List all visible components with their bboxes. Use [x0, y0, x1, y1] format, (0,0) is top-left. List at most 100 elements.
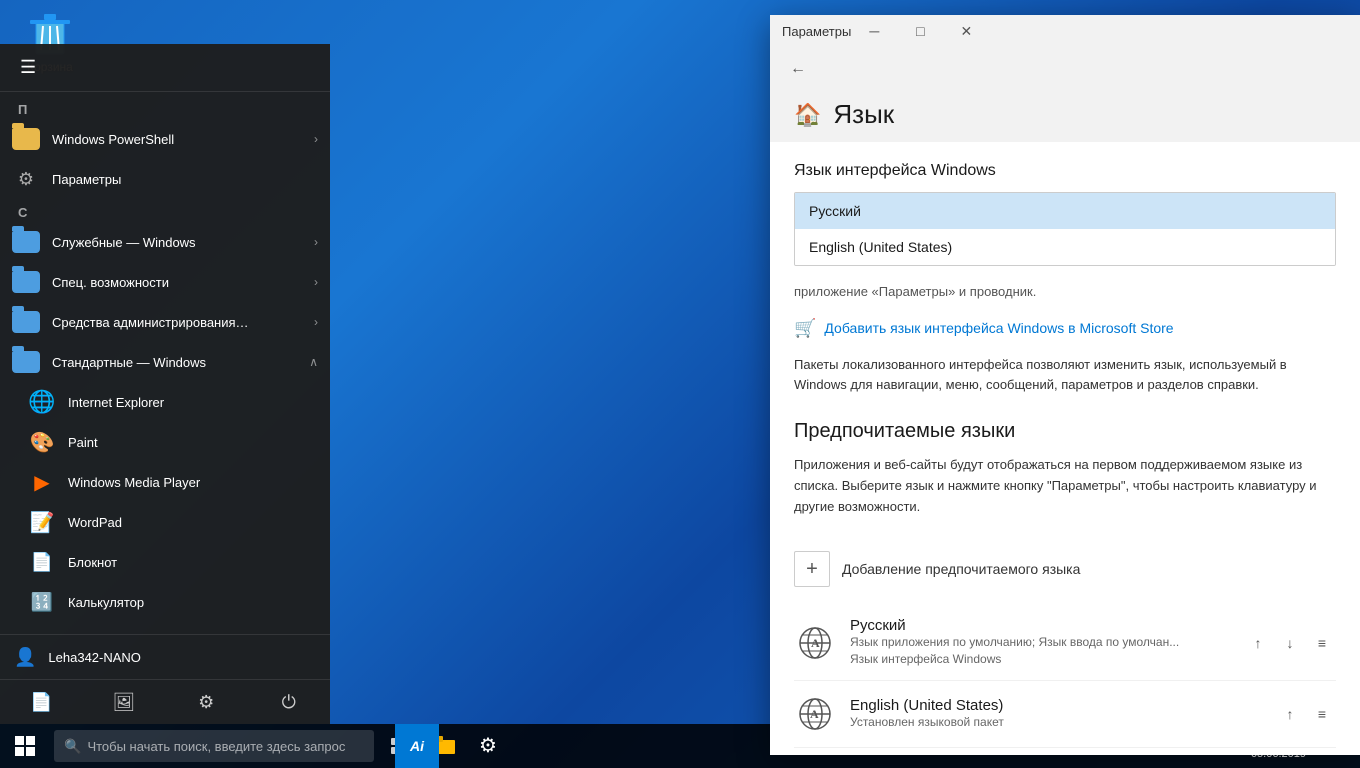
docs-icon: 📄	[30, 692, 52, 713]
ru-lang-desc2: Язык интерфейса Windows	[850, 651, 1230, 668]
add-circle-icon: +	[794, 551, 830, 587]
window-header: 🏠 Язык	[770, 91, 1360, 142]
user-name-label: Leha342-NANO	[48, 650, 141, 665]
ru-sort-up-icon[interactable]: ↑	[1244, 629, 1272, 657]
start-item-paint[interactable]: 🎨 Paint	[0, 422, 330, 462]
ru-sort-down-icon[interactable]: ↓	[1276, 629, 1304, 657]
sredstva-adm-arrow: ›	[314, 315, 318, 329]
window-titlebar: Параметры ─ □ ✕	[770, 15, 1360, 47]
start-item-windows-powershell[interactable]: Windows PowerShell ›	[0, 119, 330, 159]
spec-label: Спец. возможности	[52, 275, 302, 290]
start-menu-bottom: 👤 Leha342-NANO 📄 🖼 ⚙ ⏻	[0, 634, 330, 724]
wordpad-icon: 📝	[28, 508, 56, 536]
desktop: Корзина ☰ П Windows PowerShell › ⚙ Парам…	[0, 0, 1360, 768]
svg-text:А: А	[811, 636, 820, 650]
pref-lang-ru: А Русский Язык приложения по умолчанию; …	[794, 605, 1336, 681]
minimize-button[interactable]: ─	[851, 15, 897, 47]
start-item-bloknot[interactable]: 📄 Блокнот	[0, 542, 330, 582]
sluzhebnyye-label: Служебные — Windows	[52, 235, 302, 250]
start-settings-item[interactable]: ⚙	[165, 680, 248, 724]
interface-lang-title: Язык интерфейса Windows	[794, 162, 1336, 180]
ai-button[interactable]: Ai	[395, 724, 439, 768]
start-menu-list: П Windows PowerShell › ⚙ Параметры С	[0, 92, 330, 634]
section-letter-p: П	[0, 96, 330, 119]
powershell-arrow: ›	[314, 132, 318, 146]
note-text: приложение «Параметры» и проводник.	[794, 282, 1336, 302]
start-user-item[interactable]: 👤 Leha342-NANO	[0, 635, 330, 679]
notepad-icon: 📄	[28, 548, 56, 576]
power-icon: ⏻	[282, 692, 296, 713]
en-lang-desc: Установлен языковой пакет	[850, 714, 1262, 731]
start-item-kalkulator[interactable]: 🔢 Калькулятор	[0, 582, 330, 622]
window-nav: ←	[770, 47, 1360, 91]
start-item-spec[interactable]: Спец. возможности ›	[0, 262, 330, 302]
bloknot-label: Блокнот	[68, 555, 318, 570]
start-menu-top: ☰	[0, 44, 330, 92]
calc-icon: 🔢	[28, 588, 56, 616]
en-options-icon[interactable]: ≡	[1308, 700, 1336, 728]
ie-label: Internet Explorer	[68, 395, 318, 410]
paint-icon: 🎨	[28, 428, 56, 456]
close-button[interactable]: ✕	[943, 15, 989, 47]
spec-folder-icon	[12, 268, 40, 296]
lang-option-en[interactable]: English (United States)	[795, 229, 1335, 265]
taskbar-settings-app[interactable]: ⚙	[466, 724, 510, 768]
parametry-label: Параметры	[52, 172, 318, 187]
wmp-icon: ▶	[28, 468, 56, 496]
window-controls: ─ □ ✕	[851, 15, 989, 47]
settings-icon-sm: ⚙	[12, 165, 40, 193]
sluzhebnyye-arrow: ›	[314, 235, 318, 249]
section-letter-s: С	[0, 199, 330, 222]
page-title: Язык	[833, 99, 894, 130]
start-menu: ☰ П Windows PowerShell › ⚙ Параметры С	[0, 44, 330, 724]
start-item-wordpad[interactable]: 📝 WordPad	[0, 502, 330, 542]
en-lang-info: English (United States) Установлен языко…	[850, 697, 1262, 731]
start-item-nozhnicy[interactable]: ✂ Ножницы	[0, 622, 330, 634]
wmp-label: Windows Media Player	[68, 475, 318, 490]
start-item-parametry[interactable]: ⚙ Параметры	[0, 159, 330, 199]
ai-label: Ai	[410, 738, 424, 754]
start-photos-item[interactable]: 🖼	[83, 680, 166, 724]
start-item-ie[interactable]: 🌐 Internet Explorer	[0, 382, 330, 422]
ie-icon: 🌐	[28, 388, 56, 416]
start-docs-item[interactable]: 📄	[0, 680, 83, 724]
preferred-desc: Приложения и веб-сайты будут отображатьс…	[794, 455, 1336, 517]
en-lang-name: English (United States)	[850, 697, 1262, 714]
language-dropdown[interactable]: Русский English (United States)	[794, 192, 1336, 266]
window-content: Язык интерфейса Windows Русский English …	[770, 142, 1360, 755]
preferred-title: Предпочитаемые языки	[794, 420, 1336, 443]
add-lang-label: Добавление предпочитаемого языка	[842, 561, 1080, 577]
search-icon: 🔍	[64, 738, 81, 755]
spec-arrow: ›	[314, 275, 318, 289]
paint-label: Paint	[68, 435, 318, 450]
taskbar-settings-icon: ⚙	[479, 733, 497, 758]
en-globe-icon: A	[794, 693, 836, 735]
hamburger-icon[interactable]: ☰	[12, 49, 44, 86]
window-title: Параметры	[782, 24, 851, 39]
start-power-item[interactable]: ⏻	[248, 680, 331, 724]
start-item-sluzhebnyye[interactable]: Служебные — Windows ›	[0, 222, 330, 262]
user-bottom-icon: 👤	[14, 647, 36, 668]
maximize-button[interactable]: □	[897, 15, 943, 47]
taskbar-search-box[interactable]: 🔍	[54, 730, 374, 762]
en-sort-up-icon[interactable]: ↑	[1276, 700, 1304, 728]
page-home-icon: 🏠	[794, 102, 821, 128]
start-item-wmp[interactable]: ▶ Windows Media Player	[0, 462, 330, 502]
settings-bottom-icon: ⚙	[198, 692, 214, 713]
ru-lang-actions: ↑ ↓ ≡	[1244, 629, 1336, 657]
store-link[interactable]: 🛒 Добавить язык интерфейса Windows в Mic…	[794, 318, 1336, 339]
kalkulator-label: Калькулятор	[68, 595, 318, 610]
start-item-sredstva-adm[interactable]: Средства администрирования… ›	[0, 302, 330, 342]
start-button[interactable]	[0, 724, 50, 768]
start-item-standartnye[interactable]: Стандартные — Windows ∧	[0, 342, 330, 382]
search-input[interactable]	[87, 739, 364, 754]
pref-lang-en: A English (United States) Установлен язы…	[794, 681, 1336, 748]
standartnye-arrow: ∧	[309, 355, 318, 369]
lang-option-ru[interactable]: Русский	[795, 193, 1335, 229]
ru-options-icon[interactable]: ≡	[1308, 629, 1336, 657]
powershell-folder-icon	[12, 125, 40, 153]
back-button[interactable]: ←	[782, 53, 814, 85]
sredstva-adm-label: Средства администрирования…	[52, 315, 302, 330]
store-icon: 🛒	[794, 318, 816, 339]
add-lang-button[interactable]: + Добавление предпочитаемого языка	[794, 541, 1336, 597]
